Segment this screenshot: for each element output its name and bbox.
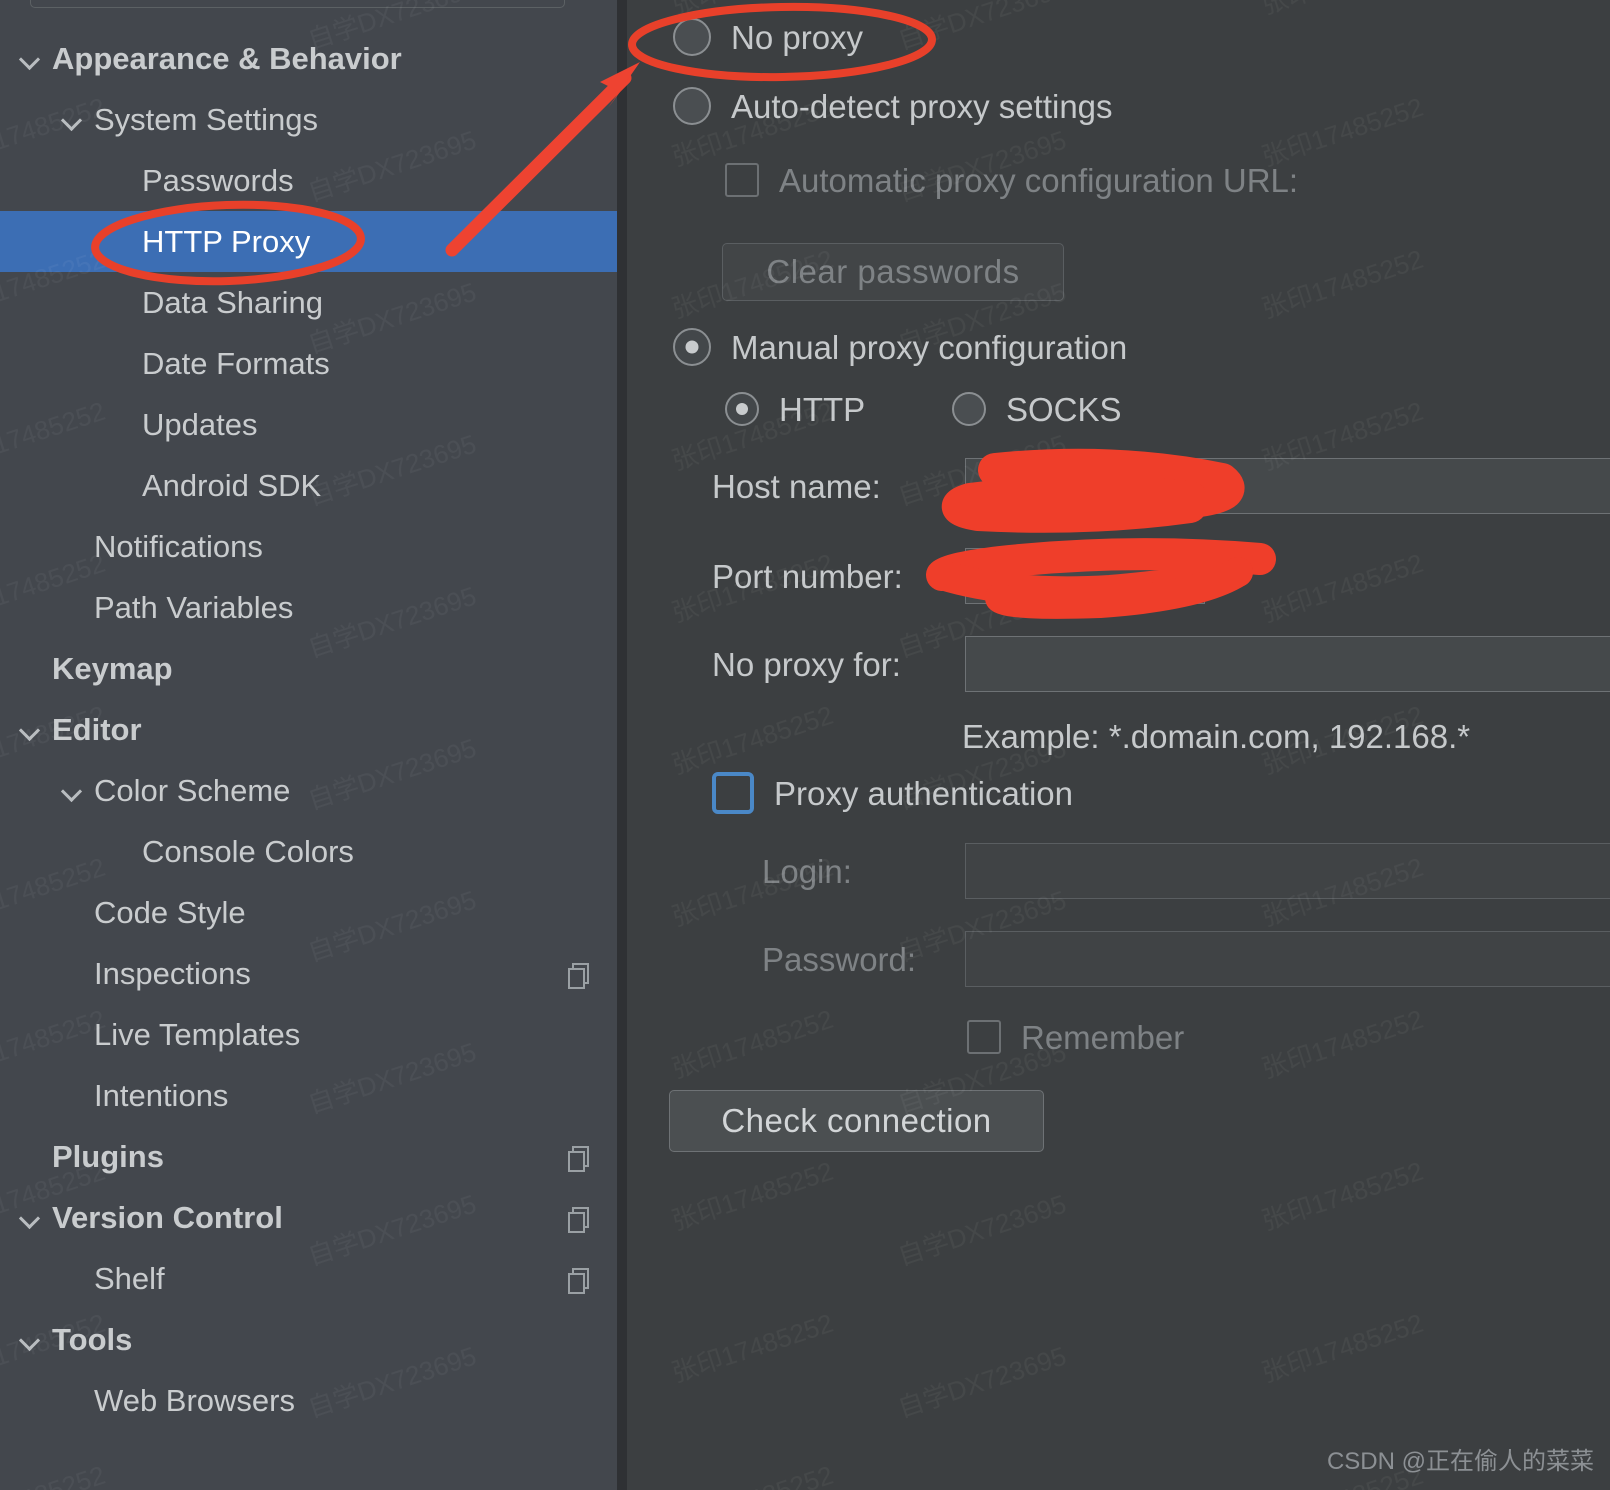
sidebar-item-label: Editor xyxy=(52,714,142,745)
sidebar-item-console-colors[interactable]: Console Colors xyxy=(0,821,617,882)
sidebar-item-http-proxy[interactable]: HTTP Proxy xyxy=(0,211,617,272)
auto-detect-radio[interactable] xyxy=(673,87,711,125)
no-proxy-for-label: No proxy for: xyxy=(712,648,901,681)
chevron-down-icon[interactable] xyxy=(60,778,86,804)
copy-icon[interactable] xyxy=(567,1144,591,1170)
sidebar-item-label: System Settings xyxy=(94,104,318,135)
sidebar-item-label: Date Formats xyxy=(142,348,330,379)
chevron-down-icon[interactable] xyxy=(18,717,44,743)
clear-passwords-button: Clear passwords xyxy=(722,243,1064,301)
sidebar-item-label: Code Style xyxy=(94,897,246,928)
host-name-input[interactable] xyxy=(965,458,1610,514)
chevron-down-icon[interactable] xyxy=(18,1327,44,1353)
no-proxy-for-input[interactable] xyxy=(965,636,1610,692)
sidebar-item-label: Inspections xyxy=(94,958,251,989)
no-proxy-label: No proxy xyxy=(731,21,863,54)
password-input xyxy=(965,931,1610,987)
sidebar-item-label: Passwords xyxy=(142,165,294,196)
http-proxy-settings-panel: No proxy Auto-detect proxy settings Auto… xyxy=(627,0,1610,1490)
sidebar-item-keymap[interactable]: Keymap xyxy=(0,638,617,699)
sidebar-item-label: Path Variables xyxy=(94,592,293,623)
sidebar-item-label: Android SDK xyxy=(142,470,321,501)
login-input xyxy=(965,843,1610,899)
sidebar-item-plugins[interactable]: Plugins xyxy=(0,1126,617,1187)
sidebar-item-system-settings[interactable]: System Settings xyxy=(0,89,617,150)
remember-option: Remember xyxy=(967,1020,1184,1054)
sidebar-item-updates[interactable]: Updates xyxy=(0,394,617,455)
auto-detect-proxy-option[interactable]: Auto-detect proxy settings xyxy=(673,87,1113,125)
manual-proxy-radio[interactable] xyxy=(673,328,711,366)
settings-sidebar: Appearance & Behavior System Settings Pass… xyxy=(0,0,617,1490)
http-radio[interactable] xyxy=(725,392,759,426)
sidebar-item-label: Web Browsers xyxy=(94,1385,295,1416)
chevron-down-icon[interactable] xyxy=(18,46,44,72)
auto-detect-label: Auto-detect proxy settings xyxy=(731,90,1113,123)
sidebar-item-notifications[interactable]: Notifications xyxy=(0,516,617,577)
login-label: Login: xyxy=(762,855,852,888)
panel-divider[interactable] xyxy=(617,0,627,1490)
sidebar-item-intentions[interactable]: Intentions xyxy=(0,1065,617,1126)
no-proxy-radio[interactable] xyxy=(673,18,711,56)
port-number-input[interactable] xyxy=(965,548,1205,604)
sidebar-item-android-sdk[interactable]: Android SDK xyxy=(0,455,617,516)
sidebar-item-path-variables[interactable]: Path Variables xyxy=(0,577,617,638)
sidebar-item-label: Color Scheme xyxy=(94,775,290,806)
auto-config-url-checkbox xyxy=(725,163,759,197)
socks-protocol-option[interactable]: SOCKS xyxy=(952,392,1122,426)
sidebar-item-label: Tools xyxy=(52,1324,132,1355)
port-number-label: Port number: xyxy=(712,560,903,593)
copy-icon[interactable] xyxy=(567,1266,591,1292)
no-proxy-for-example: Example: *.domain.com, 192.168.* xyxy=(962,720,1470,753)
host-name-label: Host name: xyxy=(712,470,881,503)
proxy-authentication-checkbox[interactable] xyxy=(712,772,754,814)
proxy-authentication-option[interactable]: Proxy authentication xyxy=(712,772,1073,814)
sidebar-item-web-browsers[interactable]: Web Browsers xyxy=(0,1370,617,1431)
sidebar-item-label: Keymap xyxy=(52,653,173,684)
remember-checkbox xyxy=(967,1020,1001,1054)
check-connection-button[interactable]: Check connection xyxy=(669,1090,1044,1152)
remember-label: Remember xyxy=(1021,1021,1184,1054)
chevron-down-icon[interactable] xyxy=(18,1205,44,1231)
sidebar-item-label: HTTP Proxy xyxy=(142,226,310,257)
auto-config-url-option: Automatic proxy configuration URL: xyxy=(725,163,1298,197)
chevron-down-icon[interactable] xyxy=(60,107,86,133)
sidebar-item-live-templates[interactable]: Live Templates xyxy=(0,1004,617,1065)
sidebar-search-input[interactable] xyxy=(30,0,565,8)
sidebar-item-label: Live Templates xyxy=(94,1019,300,1050)
sidebar-item-label: Plugins xyxy=(52,1141,164,1172)
http-protocol-option[interactable]: HTTP xyxy=(725,392,865,426)
sidebar-item-code-style[interactable]: Code Style xyxy=(0,882,617,943)
sidebar-item-label: Console Colors xyxy=(142,836,354,867)
proxy-authentication-label: Proxy authentication xyxy=(774,777,1073,810)
manual-proxy-option[interactable]: Manual proxy configuration xyxy=(673,328,1127,366)
csdn-watermark: CSDN @正在偷人的菜菜 xyxy=(1327,1441,1594,1476)
sidebar-item-editor[interactable]: Editor xyxy=(0,699,617,760)
password-label: Password: xyxy=(762,943,916,976)
sidebar-item-label: Data Sharing xyxy=(142,287,323,318)
sidebar-item-label: Updates xyxy=(142,409,257,440)
socks-radio[interactable] xyxy=(952,392,986,426)
sidebar-item-inspections[interactable]: Inspections xyxy=(0,943,617,1004)
sidebar-item-label: Shelf xyxy=(94,1263,165,1294)
sidebar-item-label: Appearance & Behavior xyxy=(52,43,402,74)
copy-icon[interactable] xyxy=(567,1205,591,1231)
auto-config-url-label: Automatic proxy configuration URL: xyxy=(779,164,1298,197)
sidebar-item-version-control[interactable]: Version Control xyxy=(0,1187,617,1248)
sidebar-item-shelf[interactable]: Shelf xyxy=(0,1248,617,1309)
sidebar-item-color-scheme[interactable]: Color Scheme xyxy=(0,760,617,821)
sidebar-item-appearance-behavior[interactable]: Appearance & Behavior xyxy=(0,28,617,89)
sidebar-item-date-formats[interactable]: Date Formats xyxy=(0,333,617,394)
sidebar-item-passwords[interactable]: Passwords xyxy=(0,150,617,211)
socks-label: SOCKS xyxy=(1006,393,1122,426)
sidebar-item-label: Version Control xyxy=(52,1202,283,1233)
sidebar-item-data-sharing[interactable]: Data Sharing xyxy=(0,272,617,333)
http-label: HTTP xyxy=(779,393,865,426)
sidebar-item-tools[interactable]: Tools xyxy=(0,1309,617,1370)
sidebar-item-label: Intentions xyxy=(94,1080,228,1111)
no-proxy-option[interactable]: No proxy xyxy=(673,18,863,56)
copy-icon[interactable] xyxy=(567,961,591,987)
manual-proxy-label: Manual proxy configuration xyxy=(731,331,1127,364)
sidebar-item-label: Notifications xyxy=(94,531,263,562)
